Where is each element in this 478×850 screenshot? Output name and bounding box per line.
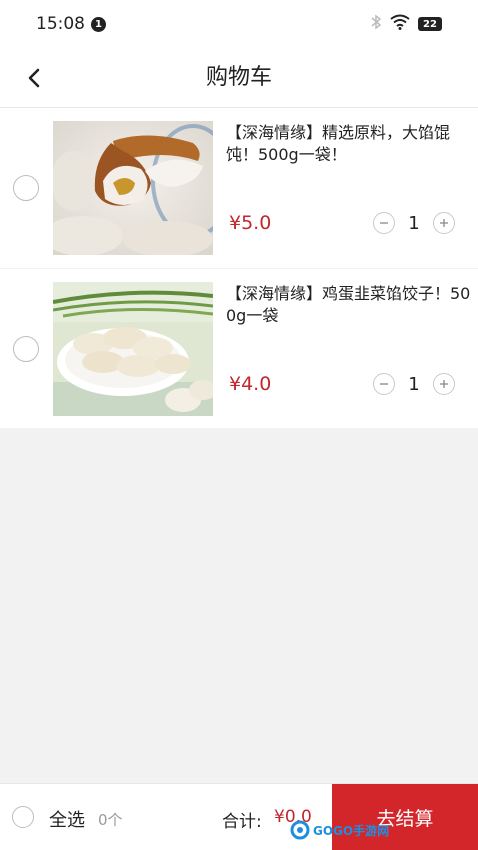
product-name[interactable]: 【深海情缘】鸡蛋韭菜馅饺子！500g一袋 xyxy=(226,283,472,327)
back-button[interactable] xyxy=(18,62,50,94)
product-image-wonton[interactable] xyxy=(53,121,213,255)
product-image-dumplings[interactable] xyxy=(53,282,213,416)
minus-icon xyxy=(380,383,388,385)
checkout-button[interactable]: 去结算 xyxy=(332,784,478,850)
cart-item: 【深海情缘】鸡蛋韭菜馅饺子！500g一袋 ¥4.0 1 xyxy=(0,268,478,428)
page-title: 购物车 xyxy=(205,65,272,90)
wifi-icon xyxy=(390,14,410,34)
plus-icon xyxy=(440,380,448,388)
quantity-value: 1 xyxy=(408,213,420,234)
status-right: 22 xyxy=(370,14,442,34)
cart-item: 【深海情缘】精选原料，大馅馄饨！500g一袋！ ¥5.0 1 xyxy=(0,108,478,268)
status-time: 15:08 xyxy=(36,14,85,34)
quantity-minus-button[interactable] xyxy=(373,373,395,395)
bottom-bar: 全选 0个 合计: ¥0.0 去结算 xyxy=(0,783,478,850)
chevron-left-icon xyxy=(28,68,40,88)
product-name[interactable]: 【深海情缘】精选原料，大馅馄饨！500g一袋！ xyxy=(226,122,472,166)
selected-count: 0个 xyxy=(98,811,123,829)
notification-badge: 1 xyxy=(91,16,106,32)
select-all-checkbox[interactable] xyxy=(12,806,34,828)
total-label: 合计: xyxy=(222,812,262,832)
quantity-value: 1 xyxy=(408,374,420,395)
nav-bar: 购物车 xyxy=(0,48,478,108)
plus-icon xyxy=(440,219,448,227)
total-amount: ¥0.0 xyxy=(274,807,312,827)
item-select-checkbox[interactable] xyxy=(13,336,39,362)
product-price: ¥4.0 xyxy=(229,373,272,395)
minus-icon xyxy=(380,222,388,224)
battery-icon: 22 xyxy=(418,17,442,31)
quantity-minus-button[interactable] xyxy=(373,212,395,234)
quantity-plus-button[interactable] xyxy=(433,212,455,234)
status-bar: 15:08 1 22 xyxy=(0,0,478,48)
status-left: 15:08 1 xyxy=(36,14,106,34)
item-select-checkbox[interactable] xyxy=(13,175,39,201)
select-all-label[interactable]: 全选 xyxy=(49,806,85,832)
quantity-plus-button[interactable] xyxy=(433,373,455,395)
bluetooth-icon xyxy=(370,14,382,34)
cart-list: 【深海情缘】精选原料，大馅馄饨！500g一袋！ ¥5.0 1 【深海情缘】鸡蛋韭… xyxy=(0,108,478,428)
product-price: ¥5.0 xyxy=(229,212,272,234)
